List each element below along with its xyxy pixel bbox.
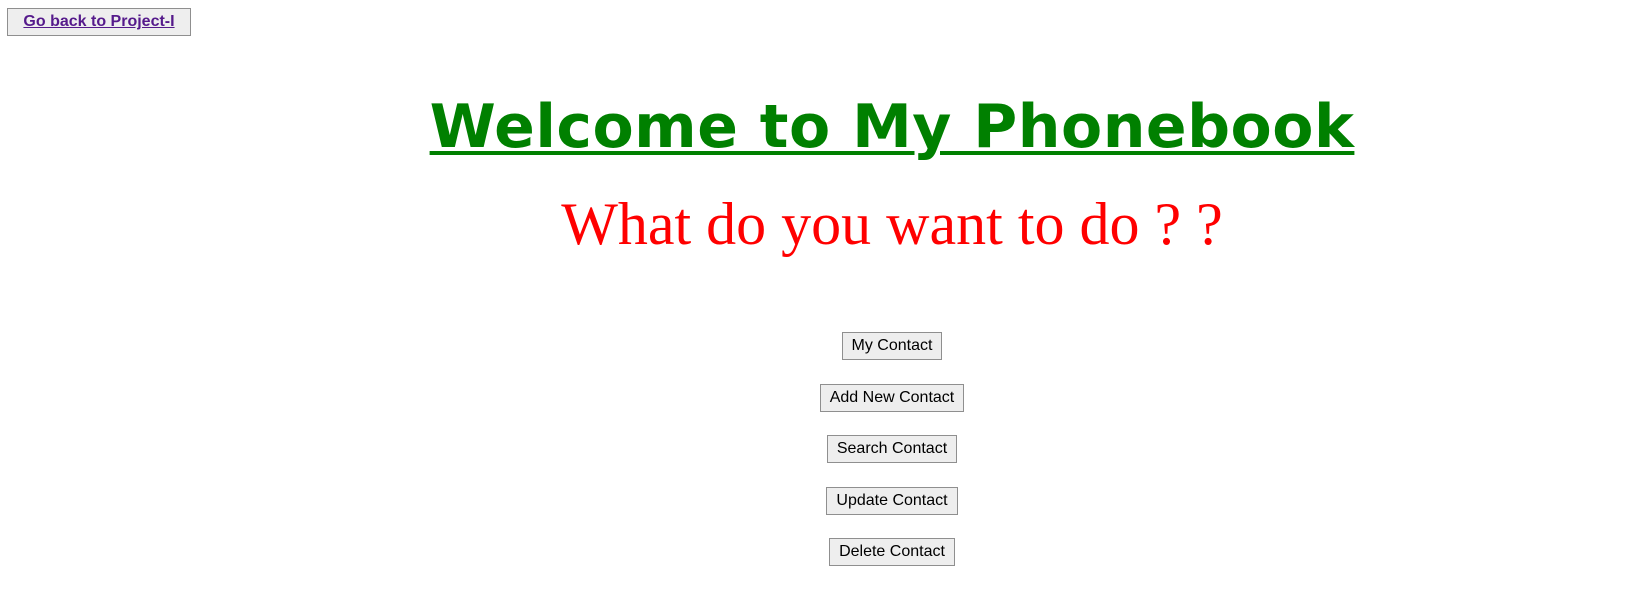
page-subtitle: What do you want to do ? ? <box>561 191 1223 257</box>
delete-contact-button[interactable]: Delete Contact <box>829 538 955 566</box>
back-to-project-button[interactable]: Go back to Project-I <box>7 8 191 36</box>
action-buttons: My Contact Add New Contact Search Contac… <box>0 332 1636 590</box>
my-contact-button[interactable]: My Contact <box>841 332 943 360</box>
add-new-contact-button[interactable]: Add New Contact <box>819 383 965 412</box>
search-contact-button[interactable]: Search Contact <box>826 435 958 463</box>
page-title: Welcome to My Phonebook <box>429 92 1355 162</box>
back-to-project-link[interactable]: Go back to Project-I <box>23 13 174 31</box>
page-title-container: Welcome to My Phonebook <box>0 92 1636 162</box>
update-contact-button[interactable]: Update Contact <box>826 486 958 515</box>
